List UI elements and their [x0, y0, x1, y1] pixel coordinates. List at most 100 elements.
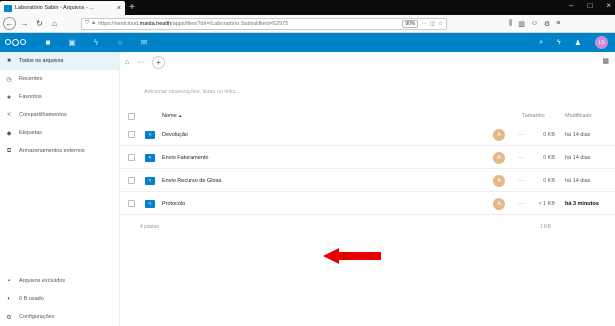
breadcrumb: ⌂ ··· +	[120, 52, 615, 72]
notifications-bolt-icon[interactable]: ϟ	[557, 39, 561, 46]
files-app-icon[interactable]: ■	[36, 33, 60, 52]
column-size[interactable]: Tamanho	[522, 113, 545, 119]
pocket-icon[interactable]: ◫	[430, 21, 435, 27]
external-icon: ⧉	[6, 147, 12, 154]
sidebar-item-settings[interactable]: ⚙ Configurações	[0, 308, 119, 326]
summary-count: 4 pastas	[140, 224, 159, 230]
column-modified[interactable]: Modificado	[565, 113, 592, 119]
home-icon[interactable]: ⌂	[48, 17, 61, 30]
reload-icon[interactable]: ↻	[33, 17, 46, 30]
pie-icon: ◐	[7, 296, 11, 302]
file-size: 0 KB	[543, 131, 555, 138]
file-name[interactable]: Envio Recurso de Glosa	[162, 178, 221, 184]
share-icon: <	[7, 112, 11, 118]
back-icon[interactable]: ←	[3, 17, 16, 30]
nextcloud-header: ■ ▣ ϟ ○ ✉ ⌕ ϟ ♟ LS	[0, 33, 615, 52]
close-tab-icon[interactable]: ×	[117, 5, 121, 12]
zoom-level[interactable]: 90%	[402, 19, 419, 28]
sidebar-item-favorites[interactable]: ★ Favoritos	[0, 88, 119, 106]
owner-avatar: A	[493, 128, 505, 141]
contacts-icon[interactable]: ♟	[575, 39, 581, 47]
sidebar-item-shares[interactable]: < Compartilhamentos	[0, 106, 119, 124]
file-modified: há 14 dias	[565, 177, 591, 184]
browser-tab[interactable]: ◦ Laboratório Sabin - Arquivos - ... ×	[0, 1, 125, 15]
minimize-icon[interactable]: –	[569, 1, 573, 10]
lock-icon: 🔒︎	[92, 20, 96, 26]
sidebar-item-quota: ◐ 0 B usado	[0, 290, 119, 308]
file-modified: há 14 dias	[565, 154, 591, 161]
sidebar-item-recent[interactable]: ◷ Recentes	[0, 70, 119, 88]
folder-icon: ■	[7, 58, 11, 64]
url-bar[interactable]: ⛉ 🔒︎ https://nextcloud.maida.health/apps…	[81, 17, 447, 30]
file-size: < 1 KB	[538, 200, 555, 207]
menu-icon[interactable]: ≡	[556, 20, 560, 28]
sidebar-item-external-storage[interactable]: ⧉ Armazenamentos externos	[0, 142, 119, 160]
file-name[interactable]: Devolução	[162, 132, 188, 138]
summary-size: 1 KB	[540, 224, 551, 230]
file-name[interactable]: Protocolo	[162, 201, 185, 207]
shared-folder-icon: <	[145, 153, 155, 162]
sort-arrow-icon: ▲	[178, 113, 183, 118]
browser-toolbar-right: ⫼ ▥ ☺ ⚙ ≡	[509, 20, 560, 28]
new-file-button[interactable]: +	[152, 55, 166, 69]
sidebar-item-tags[interactable]: ◆ Etiquetas	[0, 124, 119, 142]
forward-icon[interactable]: →	[18, 17, 31, 30]
tag-icon: ◆	[6, 130, 12, 137]
page-actions-icon[interactable]: ···	[421, 21, 427, 27]
activity-app-icon[interactable]: ϟ	[84, 33, 108, 52]
window-controls: – □ ×	[569, 1, 611, 10]
close-window-icon[interactable]: ×	[606, 1, 611, 10]
folder-description-input[interactable]: Adicionar observações, listas ou links..…	[144, 89, 240, 95]
shared-folder-icon: <	[145, 130, 155, 139]
file-name[interactable]: Envio Faturamento	[162, 155, 208, 161]
search-icon[interactable]: ⌕	[539, 39, 543, 47]
table-row[interactable]: < Devolução A ··· 0 KB há 14 dias	[120, 124, 615, 146]
row-checkbox[interactable]	[128, 177, 135, 184]
file-modified: há 3 minutos	[565, 200, 599, 207]
mail-app-icon[interactable]: ✉	[132, 33, 156, 52]
maximize-icon[interactable]: □	[587, 1, 592, 10]
star-icon: ★	[6, 94, 12, 101]
tab-title: Laboratório Sabin - Arquivos - ...	[15, 5, 94, 11]
sidebar-footer: ▪ Arquivos excluídos ◐ 0 B usado ⚙ Configur…	[0, 272, 119, 326]
row-checkbox[interactable]	[128, 154, 135, 161]
photos-app-icon[interactable]: ▣	[60, 33, 84, 52]
user-avatar[interactable]: LS	[595, 36, 608, 49]
new-tab-button[interactable]: +	[125, 1, 139, 15]
library-icon[interactable]: ⫼	[509, 20, 512, 28]
url-text: https://nextcloud.maida.health/apps/file…	[98, 20, 289, 27]
breadcrumb-more-icon[interactable]: ···	[137, 59, 144, 66]
grid-view-icon[interactable]: ▦	[602, 57, 609, 65]
row-checkbox[interactable]	[128, 200, 135, 207]
table-row[interactable]: < Protocolo A ··· < 1 KB há 3 minutos	[120, 193, 615, 215]
shared-folder-icon: <	[145, 199, 155, 208]
shield-icon: ⛉	[85, 20, 90, 26]
nextcloud-favicon-icon: ◦	[4, 4, 12, 12]
clock-icon: ◷	[6, 76, 12, 83]
file-modified: há 14 dias	[565, 131, 591, 138]
select-all-checkbox[interactable]	[128, 112, 135, 120]
app-sidebar: ■ Todos os arquivos ◷ Recentes ★ Favoritos …	[0, 52, 120, 326]
sidebar-item-trash[interactable]: ▪ Arquivos excluídos	[0, 272, 119, 290]
file-size: 0 KB	[543, 177, 555, 184]
sidebar-toggle-icon[interactable]: ▥	[518, 20, 525, 28]
owner-avatar: A	[493, 197, 505, 210]
column-name[interactable]: Nome ▲	[162, 113, 182, 119]
bookmark-star-icon[interactable]: ☆	[438, 21, 443, 27]
owner-avatar: A	[493, 151, 505, 164]
header-right: ⌕ ϟ ♟ LS	[539, 36, 608, 49]
sidebar-item-all-files[interactable]: ■ Todos os arquivos	[0, 52, 119, 70]
row-checkbox[interactable]	[128, 131, 135, 138]
trash-icon: ▪	[7, 278, 11, 284]
nextcloud-logo[interactable]	[5, 39, 26, 46]
browser-navbar: ← → ↻ ⌂ ⛉ 🔒︎ https://nextcloud.maida.hea…	[0, 15, 615, 33]
extension-icon[interactable]: ⚙	[544, 20, 550, 28]
table-row[interactable]: < Envio Faturamento A ··· 0 KB há 14 dia…	[120, 147, 615, 169]
home-crumb-icon[interactable]: ⌂	[125, 59, 129, 66]
shared-folder-icon: <	[145, 176, 155, 185]
account-icon[interactable]: ☺	[531, 20, 538, 28]
table-row[interactable]: < Envio Recurso de Glosa A ··· 0 KB há 1…	[120, 170, 615, 192]
gear-icon: ⚙	[6, 314, 12, 321]
files-main: ⌂ ··· + ▦ Adicionar observações, listas …	[120, 52, 615, 326]
search-app-icon[interactable]: ○	[108, 33, 132, 52]
